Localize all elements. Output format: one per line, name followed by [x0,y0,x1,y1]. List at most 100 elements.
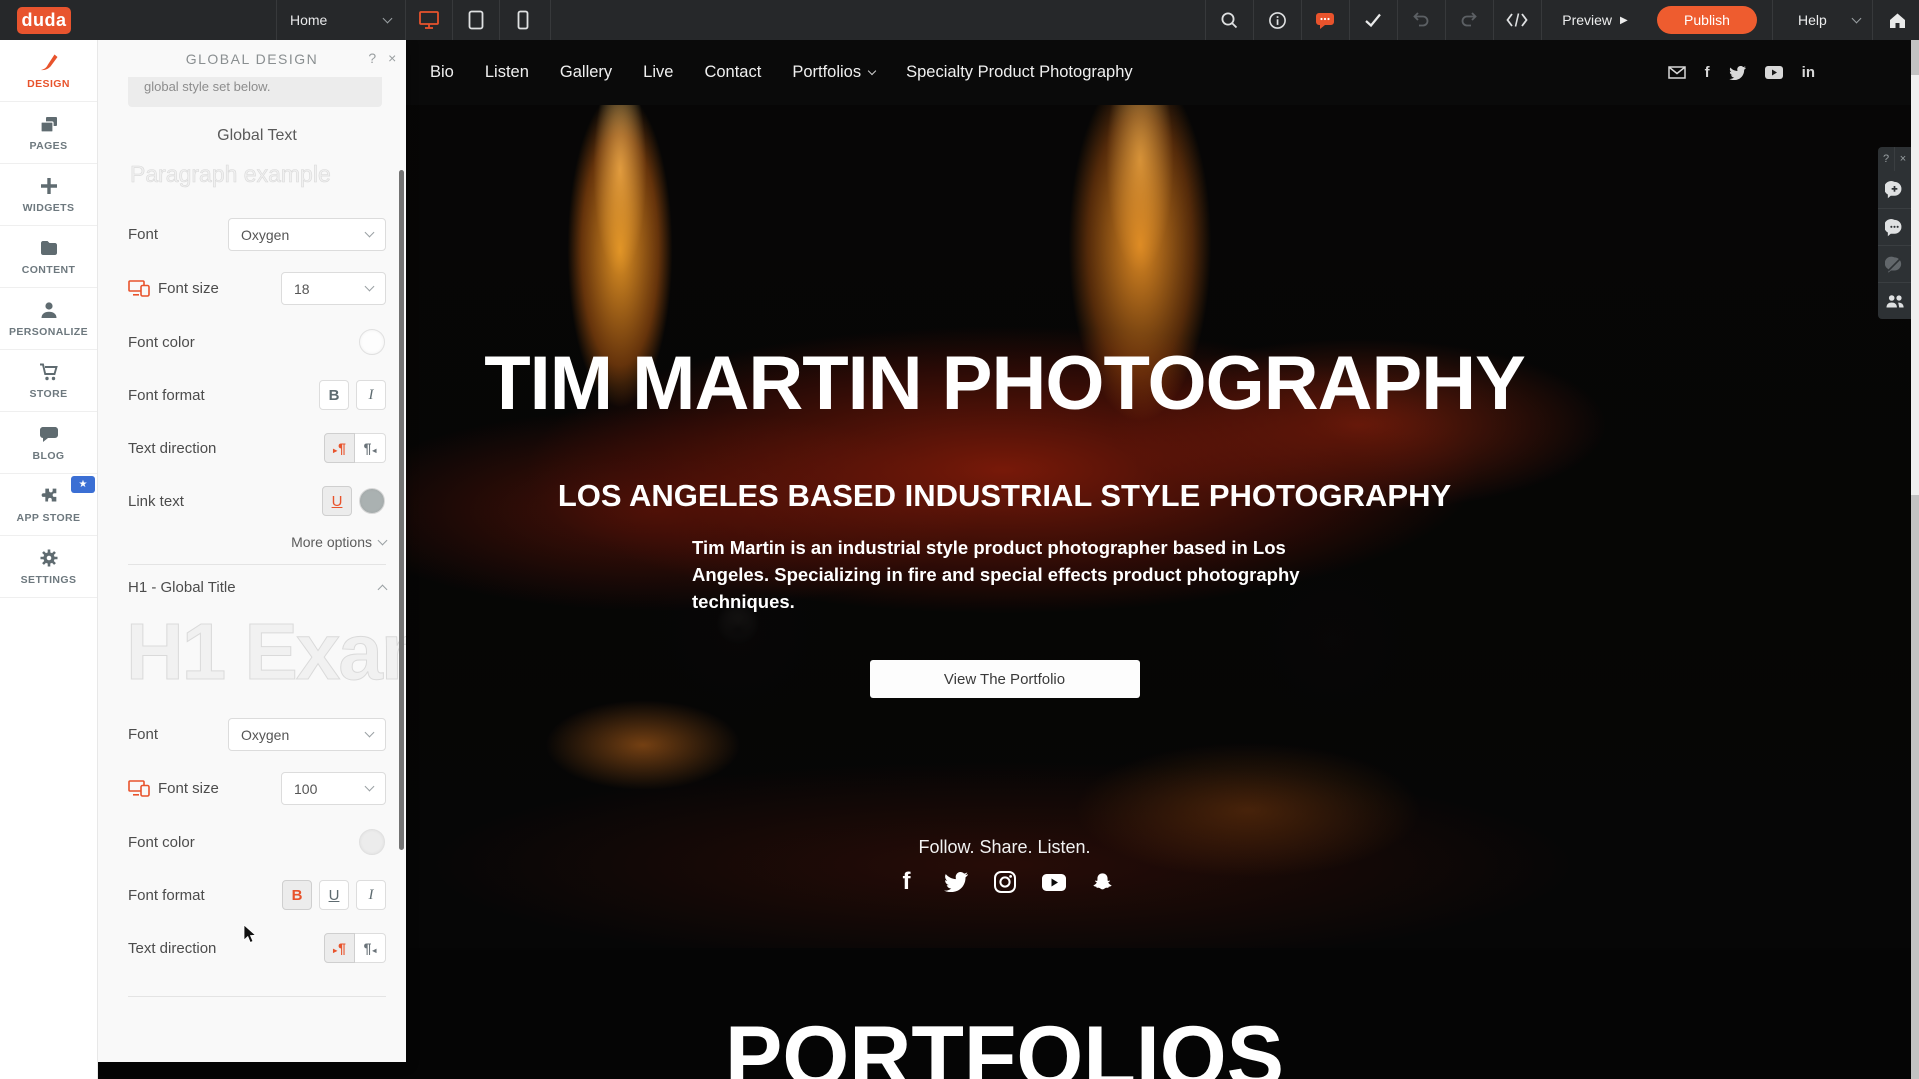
snapchat-icon[interactable] [1088,867,1118,897]
hide-resolved-comments-button[interactable] [1878,245,1911,282]
sidebar-item-app-store[interactable]: ★ APP STORE [0,474,97,536]
folder-icon [38,237,60,259]
linkedin-icon[interactable]: in [1802,64,1815,81]
font-family-dropdown[interactable]: Oxygen [228,218,386,251]
collaborators-button[interactable] [1878,282,1911,319]
youtube-icon[interactable] [1765,66,1783,79]
show-comments-button[interactable] [1878,208,1911,245]
rtl-icon: ◂ [372,446,376,455]
home-icon [1888,12,1907,29]
h1-bold-button[interactable]: B [282,880,312,910]
undo-icon [1411,11,1431,29]
view-portfolio-button[interactable]: View The Portfolio [870,660,1140,698]
h1-font-family-dropdown[interactable]: Oxygen [228,718,386,751]
h1-ltr-direction-button[interactable]: ▸¶ [324,933,355,963]
speech-bubble-icon [38,423,60,445]
sidebar-item-content[interactable]: CONTENT [0,226,97,288]
mobile-view-button[interactable] [499,0,546,40]
panel-help-button[interactable]: ? [364,49,382,67]
nav-link-live[interactable]: Live [643,63,673,82]
link-color-swatch[interactable] [359,488,385,514]
instagram-icon[interactable] [990,867,1020,897]
undo-button[interactable] [1397,0,1445,40]
preview-button[interactable]: Preview ▶ [1545,0,1645,40]
panel-close-button[interactable]: × [384,49,402,67]
h1-font-color-swatch[interactable] [359,829,385,855]
link-text-label: Link text [128,493,184,510]
youtube-icon[interactable] [1039,867,1069,897]
publish-button[interactable]: Publish [1657,6,1757,34]
twitter-icon[interactable] [1729,66,1746,80]
sidebar-item-design[interactable]: DESIGN [0,40,97,102]
preview-label: Preview [1562,12,1612,28]
font-size-dropdown[interactable]: 18 [281,272,386,305]
new-feature-badge: ★ [71,476,95,493]
page-selector-dropdown[interactable]: Home [276,0,405,40]
nav-link-specialty[interactable]: Specialty Product Photography [906,63,1133,82]
sidebar-item-blog[interactable]: BLOG [0,412,97,474]
font-color-label: Font color [128,834,195,851]
font-family-value: Oxygen [241,227,289,243]
facebook-icon[interactable]: f [892,867,922,897]
ltr-direction-button[interactable]: ▸¶ [324,433,355,463]
header-social-icons: f in [1668,40,1815,105]
toolbar-close-button[interactable]: × [1894,147,1911,171]
comments-button[interactable] [1301,0,1349,40]
h1-section-header[interactable]: H1 - Global Title [128,579,386,596]
sidebar-item-settings[interactable]: SETTINGS [0,536,97,598]
h1-font-size-row: Font size 100 [128,772,386,805]
search-button[interactable] [1205,0,1253,40]
add-comment-button[interactable] [1878,171,1911,208]
rtl-direction-button[interactable]: ¶◂ [355,433,386,463]
question-icon: ? [368,50,377,66]
comments-toolbar: ? × [1878,147,1911,319]
sidebar-item-widgets[interactable]: WIDGETS [0,164,97,226]
close-icon: × [1900,153,1906,165]
bold-button[interactable]: B [319,380,349,410]
nav-link-portfolios[interactable]: Portfolios [792,63,875,82]
panel-scrollbar[interactable] [399,170,404,850]
plus-icon [38,175,60,197]
duda-logo[interactable]: duda [17,7,71,34]
nav-link-listen[interactable]: Listen [485,63,529,82]
nav-link-gallery[interactable]: Gallery [560,63,612,82]
desktop-view-button[interactable] [405,0,452,40]
italic-button[interactable]: I [356,380,386,410]
tablet-view-button[interactable] [452,0,499,40]
h1-section-title: H1 - Global Title [128,579,236,596]
redo-button[interactable] [1445,0,1493,40]
code-icon [1506,11,1528,29]
preview-scrollbar-thumb[interactable] [1911,75,1919,495]
more-options-link[interactable]: More options [128,534,386,550]
editor-topbar: duda Home [0,0,1919,40]
site-hero-description[interactable]: Tim Martin is an industrial style produc… [692,534,1317,615]
comment-add-icon [1885,180,1904,199]
dev-mode-button[interactable] [1493,0,1541,40]
gear-icon [38,547,60,569]
h1-italic-button[interactable]: I [356,880,386,910]
font-color-swatch[interactable] [359,329,385,355]
puzzle-icon [38,485,60,507]
sidebar-item-pages[interactable]: PAGES [0,102,97,164]
help-menu[interactable]: Help [1786,0,1872,40]
preview-scrollbar[interactable] [1911,40,1919,1079]
font-label: Font [128,226,158,243]
nav-link-contact[interactable]: Contact [704,63,761,82]
h1-font-size-dropdown[interactable]: 100 [281,772,386,805]
facebook-icon[interactable]: f [1705,64,1710,81]
nav-link-bio[interactable]: Bio [430,63,454,82]
global-design-panel: GLOBAL DESIGN ? × global style set below… [98,40,406,1062]
info-button[interactable] [1253,0,1301,40]
h1-font-row: Font Oxygen [128,718,386,751]
toolbar-help-button[interactable]: ? [1878,147,1894,171]
h1-rtl-direction-button[interactable]: ¶◂ [355,933,386,963]
font-color-row: Font color [128,326,386,358]
link-underline-button[interactable]: U [322,486,352,516]
dashboard-home-button[interactable] [1876,0,1919,40]
h1-underline-button[interactable]: U [319,880,349,910]
twitter-icon[interactable] [941,867,971,897]
save-check-button[interactable] [1349,0,1397,40]
sidebar-item-store[interactable]: STORE [0,350,97,412]
sidebar-item-personalize[interactable]: PERSONALIZE [0,288,97,350]
email-icon[interactable] [1668,66,1686,79]
